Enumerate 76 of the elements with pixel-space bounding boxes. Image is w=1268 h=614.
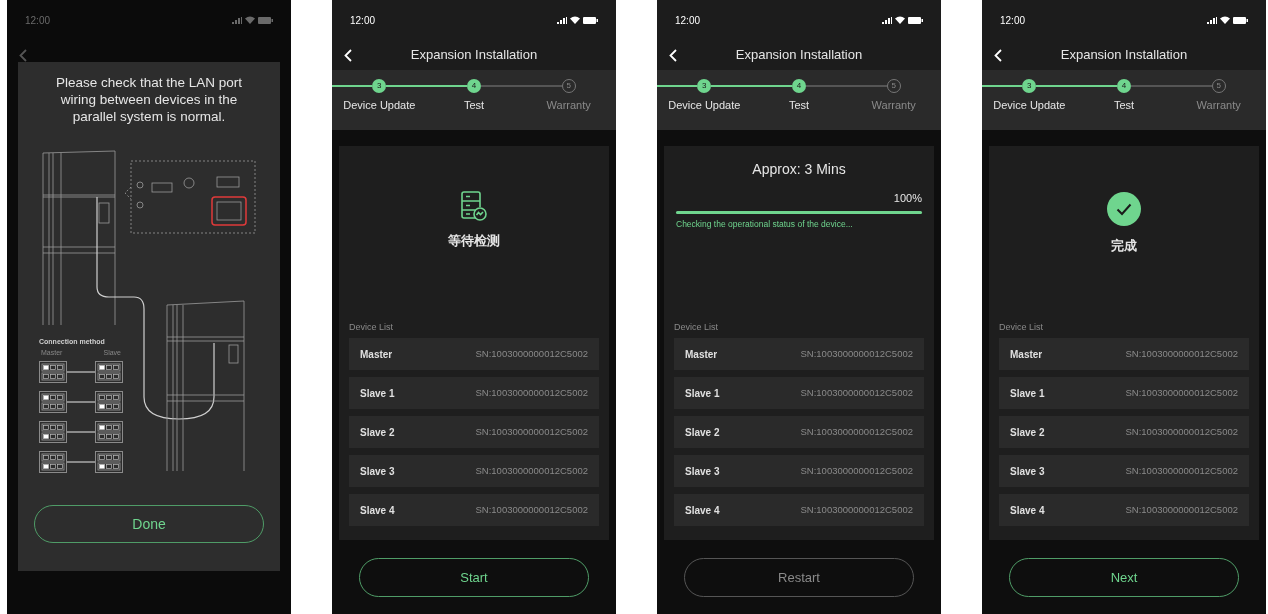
signal-icon	[882, 16, 892, 24]
cable-line	[67, 401, 95, 403]
device-name: Slave 2	[685, 425, 720, 440]
signal-icon	[232, 16, 242, 24]
serial-number: SN:1003000000012C5002	[475, 502, 588, 517]
serial-number: SN:1003000000012C5002	[800, 385, 913, 400]
serial-number: SN:1003000000012C5002	[1125, 424, 1238, 439]
device-name: Slave 1	[360, 386, 395, 401]
status-time: 12:00	[350, 13, 376, 28]
step-label: Test	[463, 98, 485, 113]
wifi-icon	[570, 16, 580, 24]
screen-title: Expansion Installation	[1060, 46, 1188, 65]
cable-line	[67, 371, 95, 373]
signal-icon	[557, 16, 567, 24]
dialog-message: Please check that the LAN port wiring between devices in the parallel system is normal.	[54, 74, 244, 125]
device-name: Master	[1010, 347, 1043, 362]
battery-icon	[908, 16, 923, 24]
device-name: Slave 1	[685, 386, 720, 401]
device-name: Slave 2	[360, 425, 395, 440]
step-label: Test	[788, 98, 810, 113]
device-list-title: Device List	[674, 320, 719, 334]
serial-number: SN:1003000000012C5002	[475, 463, 588, 478]
serial-number: SN:1003000000012C5002	[800, 424, 913, 439]
step-label: Warranty	[1196, 98, 1241, 113]
status-label: 等待检测	[448, 232, 500, 250]
serial-number: SN:1003000000012C5002	[475, 346, 588, 361]
device-list-title: Device List	[349, 320, 394, 334]
step-connector	[332, 85, 373, 87]
step-label: Warranty	[871, 98, 916, 113]
step-label: Device Update	[668, 98, 741, 113]
device-name: Master	[360, 347, 393, 362]
battery-icon	[258, 16, 273, 24]
screen-title: Expansion Installation	[735, 46, 863, 65]
device-name: Slave 4	[360, 503, 395, 518]
status-time: 12:00	[675, 13, 701, 28]
progress-percent: 100%	[893, 191, 922, 206]
serial-number: SN:1003000000012C5002	[1125, 346, 1238, 361]
device-name: Slave 1	[1010, 386, 1045, 401]
device-name: Slave 4	[685, 503, 720, 518]
wifi-icon	[1220, 16, 1230, 24]
step-label: Device Update	[993, 98, 1066, 113]
cable-line	[67, 431, 95, 433]
step-connector	[982, 85, 1023, 87]
server-icon	[461, 191, 487, 221]
step-connector	[657, 85, 698, 87]
device-list-title: Device List	[999, 320, 1044, 334]
step-label: Warranty	[546, 98, 591, 113]
cable-line	[67, 461, 95, 463]
estimate-title: Approx: 3 Mins	[752, 160, 846, 179]
serial-number: SN:1003000000012C5002	[1125, 463, 1238, 478]
status-time: 12:00	[25, 13, 51, 28]
screen-title: Expansion Installation	[410, 46, 538, 65]
wifi-icon	[895, 16, 905, 24]
device-name: Slave 2	[1010, 425, 1045, 440]
device-name: Slave 4	[1010, 503, 1045, 518]
device-name: Slave 3	[360, 464, 395, 479]
battery-icon	[1233, 16, 1248, 24]
wifi-icon	[245, 16, 255, 24]
progress-message: Checking the operational status of the device...	[676, 217, 854, 231]
serial-number: SN:1003000000012C5002	[475, 424, 588, 439]
battery-icon	[583, 16, 598, 24]
serial-number: SN:1003000000012C5002	[475, 385, 588, 400]
device-name: Master	[685, 347, 718, 362]
serial-number: SN:1003000000012C5002	[800, 346, 913, 361]
serial-number: SN:1003000000012C5002	[800, 463, 913, 478]
step-label: Test	[1113, 98, 1135, 113]
serial-number: SN:1003000000012C5002	[1125, 502, 1238, 517]
status-label: 完成	[1111, 237, 1137, 255]
serial-number: SN:1003000000012C5002	[800, 502, 913, 517]
device-name: Slave 3	[685, 464, 720, 479]
step-label: Device Update	[343, 98, 416, 113]
device-name: Slave 3	[1010, 464, 1045, 479]
check-circle-icon	[1107, 192, 1141, 226]
serial-number: SN:1003000000012C5002	[1125, 385, 1238, 400]
status-time: 12:00	[1000, 13, 1026, 28]
signal-icon	[1207, 16, 1217, 24]
